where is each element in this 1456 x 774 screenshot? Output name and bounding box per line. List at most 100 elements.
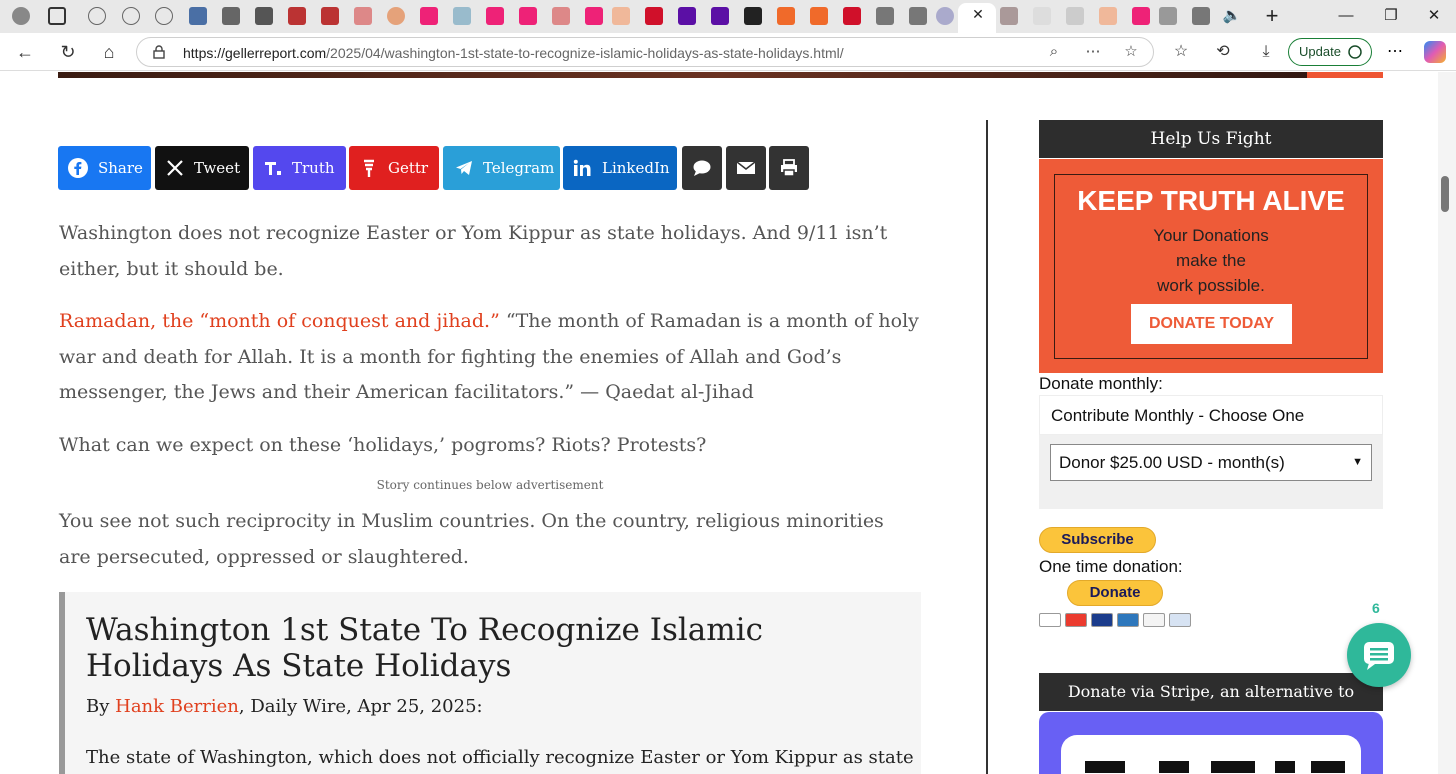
tab-favicon[interactable] xyxy=(155,7,173,25)
paypal-subscribe-button[interactable]: Subscribe xyxy=(1039,527,1156,553)
close-window-icon[interactable]: ✕ xyxy=(1424,6,1444,26)
favorite-star-icon[interactable]: ☆ xyxy=(1122,43,1140,61)
share-truth-button[interactable]: Truth xyxy=(253,146,346,190)
tab-favicon[interactable] xyxy=(1159,7,1177,25)
copilot-icon[interactable] xyxy=(1424,41,1446,63)
tab-favicon[interactable] xyxy=(255,7,273,25)
tab-favicon[interactable] xyxy=(387,7,405,25)
share-email-button[interactable] xyxy=(726,146,766,190)
tab-favicon[interactable] xyxy=(876,7,894,25)
tab-favicon[interactable] xyxy=(843,7,861,25)
tab-favicon[interactable] xyxy=(1066,7,1084,25)
paypal-donate-button[interactable]: Donate xyxy=(1067,580,1163,606)
linkedin-label: LinkedIn xyxy=(602,159,670,177)
donate-monthly-label: Donate monthly: xyxy=(1039,374,1163,393)
article-body: Washington does not recognize Easter or … xyxy=(59,216,919,480)
tab-favicon[interactable] xyxy=(1099,7,1117,25)
tab-favicon[interactable] xyxy=(486,7,504,25)
share-telegram-button[interactable]: Telegram xyxy=(443,146,560,190)
chat-icon xyxy=(1364,642,1394,670)
scrollbar-thumb[interactable] xyxy=(1441,176,1449,212)
tab-favicon[interactable] xyxy=(453,7,471,25)
home-icon[interactable]: ⌂ xyxy=(98,41,120,63)
restore-icon[interactable]: ❐ xyxy=(1381,6,1401,26)
tab-favicon[interactable] xyxy=(777,7,795,25)
gettr-icon xyxy=(364,159,374,177)
profile-icon[interactable] xyxy=(12,7,30,25)
tab-strip: ✕ 🔈 + — ❐ ✕ xyxy=(0,0,1456,33)
share-print-button[interactable] xyxy=(769,146,809,190)
tab-favicon[interactable] xyxy=(936,7,954,25)
tab-favicon[interactable] xyxy=(222,7,240,25)
share-linkedin-button[interactable]: LinkedIn xyxy=(563,146,677,190)
tab-actions-icon[interactable] xyxy=(48,7,66,25)
address-bar[interactable]: https://gellerreport.com/2025/04/washing… xyxy=(136,37,1154,67)
monthly-donation-panel: Contribute Monthly - Choose One Donor $2… xyxy=(1039,395,1383,509)
donate-today-button[interactable]: DONATE TODAY xyxy=(1131,304,1292,344)
share-facebook-button[interactable]: Share xyxy=(58,146,151,190)
tab-favicon[interactable] xyxy=(678,7,696,25)
share-x-button[interactable]: Tweet xyxy=(155,146,249,190)
tab-favicon[interactable] xyxy=(354,7,372,25)
author-link[interactable]: Hank Berrien xyxy=(115,696,239,717)
tab-favicon[interactable] xyxy=(1132,7,1150,25)
tab-favicon[interactable] xyxy=(585,7,603,25)
tab-favicon[interactable] xyxy=(552,7,570,25)
page-scrollbar[interactable] xyxy=(1438,72,1456,774)
tab-favicon[interactable] xyxy=(744,7,762,25)
back-icon[interactable]: ← xyxy=(14,41,36,63)
downloads-icon[interactable]: ⤓ xyxy=(1255,41,1277,63)
refresh-icon[interactable]: ↻ xyxy=(57,41,79,63)
tab-favicon[interactable] xyxy=(519,7,537,25)
tab-favicon[interactable] xyxy=(909,7,927,25)
tab-favicon[interactable] xyxy=(645,7,663,25)
tab-favicon[interactable] xyxy=(122,7,140,25)
history-icon[interactable]: ⟲ xyxy=(1212,41,1234,63)
share-gettr-button[interactable]: Gettr xyxy=(349,146,439,190)
ramadan-link[interactable]: Ramadan, the “month of conquest and jiha… xyxy=(59,310,500,332)
tab-favicon[interactable] xyxy=(1000,7,1018,25)
print-icon xyxy=(781,159,797,177)
keep-truth-alive-banner[interactable]: KEEP TRUTH ALIVE Your Donations make the… xyxy=(1039,159,1383,373)
tab-favicon[interactable] xyxy=(810,7,828,25)
email-icon xyxy=(736,161,756,174)
tab-favicon[interactable] xyxy=(288,7,306,25)
stripe-donation-card[interactable] xyxy=(1039,712,1383,774)
speaker-icon[interactable]: 🔈 xyxy=(1222,6,1242,26)
url-text[interactable]: https://gellerreport.com/2025/04/washing… xyxy=(183,45,844,61)
more-icon[interactable]: ⋯ xyxy=(1384,41,1406,63)
close-tab-icon[interactable]: ✕ xyxy=(969,6,987,23)
amex-icon xyxy=(1117,613,1139,627)
advertisement-note: Story continues below advertisement xyxy=(376,478,604,492)
quoted-headline: Washington 1st State To Recognize Islami… xyxy=(86,612,763,684)
update-icon xyxy=(1348,45,1362,59)
reader-icon[interactable]: ⋯ xyxy=(1084,43,1102,61)
update-button[interactable]: Update xyxy=(1288,38,1372,66)
article-paragraph: Washington does not recognize Easter or … xyxy=(59,222,888,280)
minimize-icon[interactable]: — xyxy=(1336,6,1356,26)
tab-favicon[interactable] xyxy=(711,7,729,25)
tab-favicon[interactable] xyxy=(420,7,438,25)
telegram-label: Telegram xyxy=(483,159,555,177)
chat-count-badge: 6 xyxy=(1372,600,1380,616)
tab-favicon[interactable] xyxy=(1192,7,1210,25)
tab-favicon[interactable] xyxy=(612,7,630,25)
tab-favicon[interactable] xyxy=(189,7,207,25)
tab-favicon[interactable] xyxy=(321,7,339,25)
share-comment-button[interactable] xyxy=(682,146,722,190)
article-body-continued: You see not such reciprocity in Muslim c… xyxy=(59,504,919,575)
new-tab-icon[interactable]: + xyxy=(1262,5,1282,27)
tab-favicon[interactable] xyxy=(88,7,106,25)
stripe-heading: Donate via Stripe, an alternative to Pay… xyxy=(1039,673,1383,739)
banner-line: Your Donations xyxy=(1153,226,1269,245)
chat-button[interactable] xyxy=(1347,623,1411,687)
zoom-icon[interactable]: ⌕ xyxy=(1045,43,1063,61)
banner-headline: KEEP TRUTH ALIVE xyxy=(1077,185,1345,216)
tab-favicon[interactable] xyxy=(1033,7,1051,25)
quoted-body: The state of Washington, which does not … xyxy=(86,747,914,768)
comment-icon xyxy=(693,160,711,176)
donation-amount-select[interactable]: Donor $25.00 USD - month(s) ▼ xyxy=(1050,444,1372,481)
discover-icon xyxy=(1143,613,1165,627)
visa-icon xyxy=(1039,613,1061,627)
favorites-icon[interactable]: ☆ xyxy=(1170,41,1192,63)
